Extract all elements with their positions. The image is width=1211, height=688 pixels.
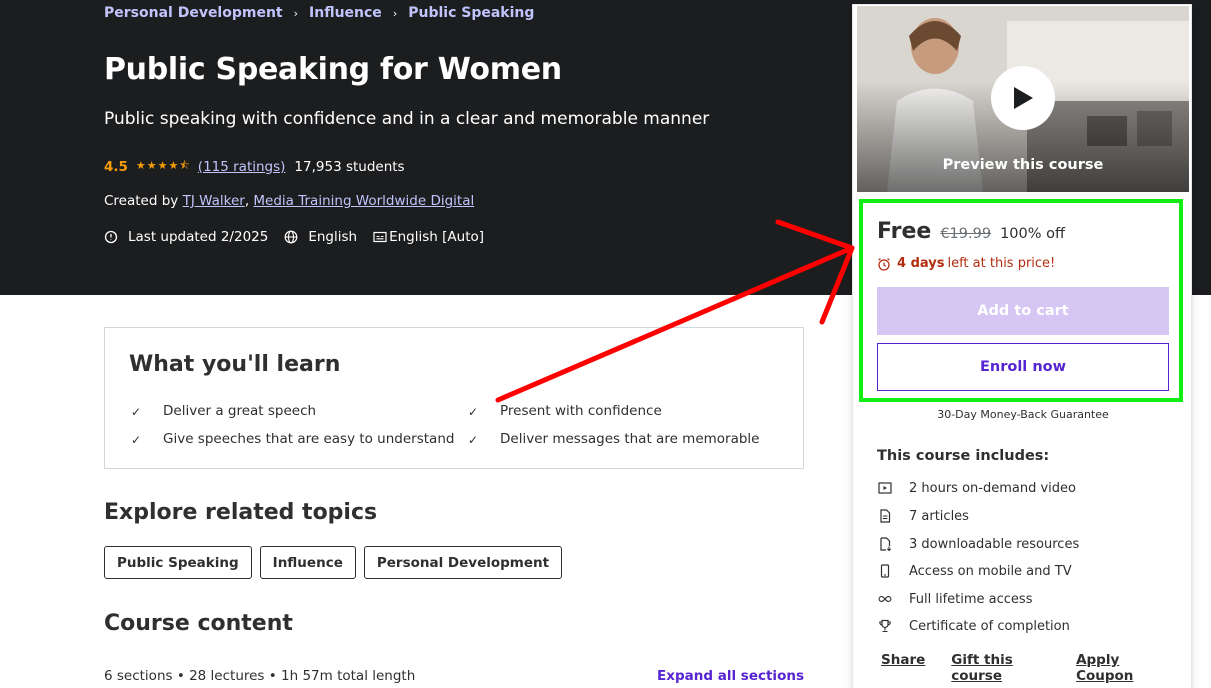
check-icon: ✓ [131,405,142,419]
learn-item: ✓ Present with confidence [468,403,662,419]
course-title: Public Speaking for Women [104,52,562,87]
include-item: Certificate of completion [877,618,1070,634]
language-text: English [308,229,358,245]
learn-item: ✓ Deliver a great speech [131,403,316,419]
trophy-icon [877,618,893,634]
article-icon [877,508,893,524]
author-link-media-training[interactable]: Media Training Worldwide Digital [253,193,474,209]
students-count: 17,953 students [294,158,405,175]
sidebar-links: Share Gift this course Apply Coupon [881,652,1191,684]
learn-item-text: Present with confidence [500,403,662,419]
purchase-sidebar: Preview this course Free €19.99 100% off… [852,4,1192,688]
play-button[interactable] [991,66,1055,130]
closed-captions-icon [373,231,387,243]
related-topics-title: Explore related topics [104,500,378,525]
star-rating-icon: ★★★★⯪ [135,159,191,172]
author-separator: , [244,193,250,209]
course-subtitle: Public speaking with confidence and in a… [104,109,710,129]
course-preview[interactable]: Preview this course [857,6,1189,192]
check-icon: ✓ [131,433,142,447]
related-topics: Public Speaking Influence Personal Devel… [104,546,570,579]
include-item-text: Access on mobile and TV [909,563,1072,579]
play-icon [1014,87,1033,109]
learn-item-text: Deliver a great speech [163,403,317,419]
apply-coupon-link[interactable]: Apply Coupon [1076,652,1165,684]
what-youll-learn: What you'll learn ✓ Deliver a great spee… [104,327,804,469]
includes-title: This course includes: [877,448,1050,464]
share-link[interactable]: Share [881,652,925,684]
include-item: 3 downloadable resources [877,536,1079,552]
include-item: 2 hours on-demand video [877,480,1076,496]
course-meta: Last updated 2/2025 English English [Aut… [104,229,500,245]
rating-row: 4.5 ★★★★⯪ (115 ratings) 17,953 students [104,157,405,176]
money-back-guarantee: 30-Day Money-Back Guarantee [937,408,1109,421]
breadcrumb: Personal Development › Influence › Publi… [104,4,534,22]
learn-item-text: Deliver messages that are memorable [500,431,760,447]
include-item-text: 2 hours on-demand video [909,480,1076,496]
add-to-cart-button[interactable]: Add to cart [877,287,1169,335]
last-updated: Last updated 2/2025 [104,229,268,245]
chevron-right-icon: › [392,6,398,20]
include-item: Full lifetime access [877,591,1032,607]
download-file-icon [877,536,893,552]
timer-text: left at this price! [947,256,1056,271]
course-content-title: Course content [104,611,293,636]
discount-percent: 100% off [1000,226,1065,242]
alert-badge-icon [104,230,118,244]
captions: English [Auto] [373,229,484,245]
breadcrumb-item-influence[interactable]: Influence [309,5,382,21]
preview-label: Preview this course [942,157,1104,173]
author-link-tj-walker[interactable]: TJ Walker [183,193,245,209]
include-item: Access on mobile and TV [877,563,1072,579]
topic-personal-development[interactable]: Personal Development [363,546,563,579]
breadcrumb-item-public-speaking[interactable]: Public Speaking [408,5,534,21]
infinity-icon [877,591,893,607]
rating-value: 4.5 [104,158,128,175]
mobile-device-icon [877,563,893,579]
enroll-now-button[interactable]: Enroll now [877,343,1169,391]
expand-all-sections-button[interactable]: Expand all sections [657,668,804,684]
original-price: €19.99 [940,226,992,242]
learn-title: What you'll learn [129,352,341,377]
language: English [284,229,357,245]
video-icon [877,480,893,496]
learn-item: ✓ Deliver messages that are memorable [468,431,759,447]
learn-item: ✓ Give speeches that are easy to underst… [131,431,454,447]
breadcrumb-item-personal-development[interactable]: Personal Development [104,5,283,21]
course-content-meta: 6 sections • 28 lectures • 1h 57m total … [104,668,416,684]
globe-icon [284,230,298,244]
alarm-clock-icon [878,257,890,271]
include-item-text: Full lifetime access [909,591,1033,607]
check-icon: ✓ [468,433,479,447]
created-by-label: Created by [104,193,179,209]
include-item-text: 3 downloadable resources [909,536,1080,552]
last-updated-text: Last updated 2/2025 [128,229,269,245]
topic-public-speaking[interactable]: Public Speaking [104,546,252,579]
include-item: 7 articles [877,508,969,524]
check-icon: ✓ [468,405,479,419]
created-by: Created by TJ Walker, Media Training Wor… [104,193,474,209]
captions-text: English [Auto] [389,229,485,245]
topic-influence[interactable]: Influence [259,546,356,579]
include-item-text: Certificate of completion [909,618,1070,634]
price-row: Free €19.99 100% off [877,219,1065,244]
ratings-count-link[interactable]: (115 ratings) [198,159,286,175]
include-item-text: 7 articles [909,508,969,524]
gift-course-link[interactable]: Gift this course [951,652,1050,684]
discount-timer: 4 days left at this price! [877,256,1055,271]
learn-item-text: Give speeches that are easy to understan… [163,431,455,447]
timer-days: 4 days [897,256,945,271]
current-price: Free [877,219,932,244]
chevron-right-icon: › [293,6,299,20]
